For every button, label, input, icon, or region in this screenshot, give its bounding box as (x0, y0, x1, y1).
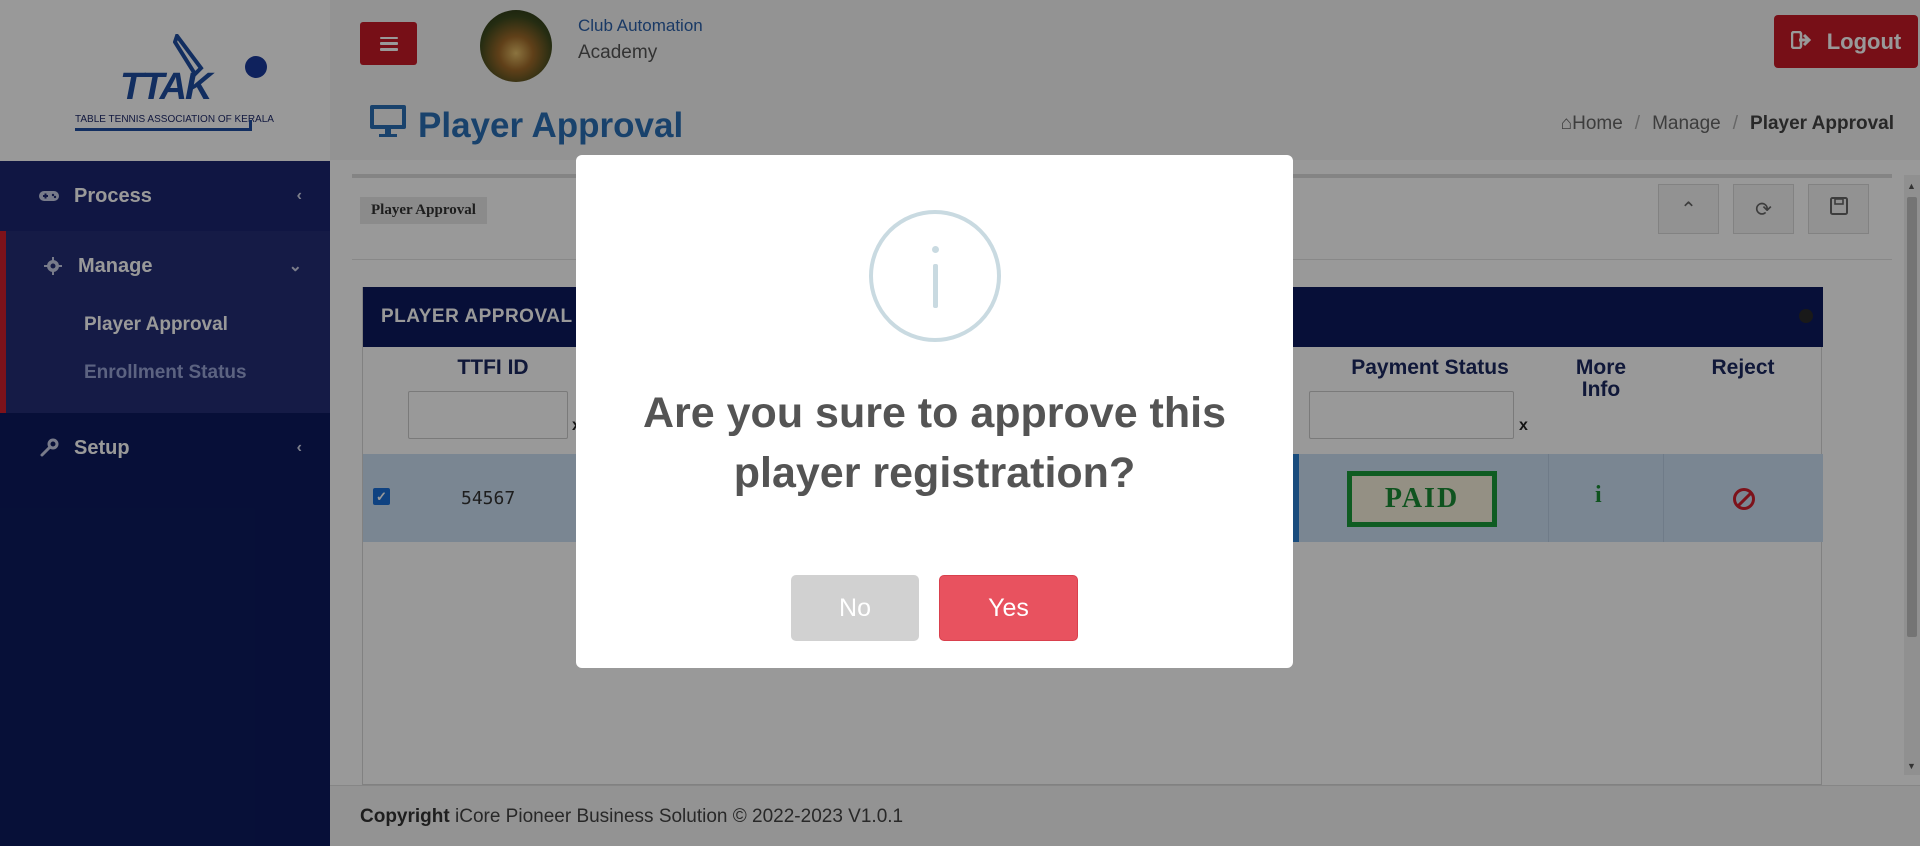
info-icon (869, 210, 1001, 342)
dialog-message: Are you sure to approve this player regi… (642, 389, 1227, 497)
yes-button[interactable]: Yes (939, 575, 1078, 641)
no-button[interactable]: No (791, 575, 919, 641)
approve-confirmation-dialog: Are you sure to approve this player regi… (576, 155, 1293, 668)
